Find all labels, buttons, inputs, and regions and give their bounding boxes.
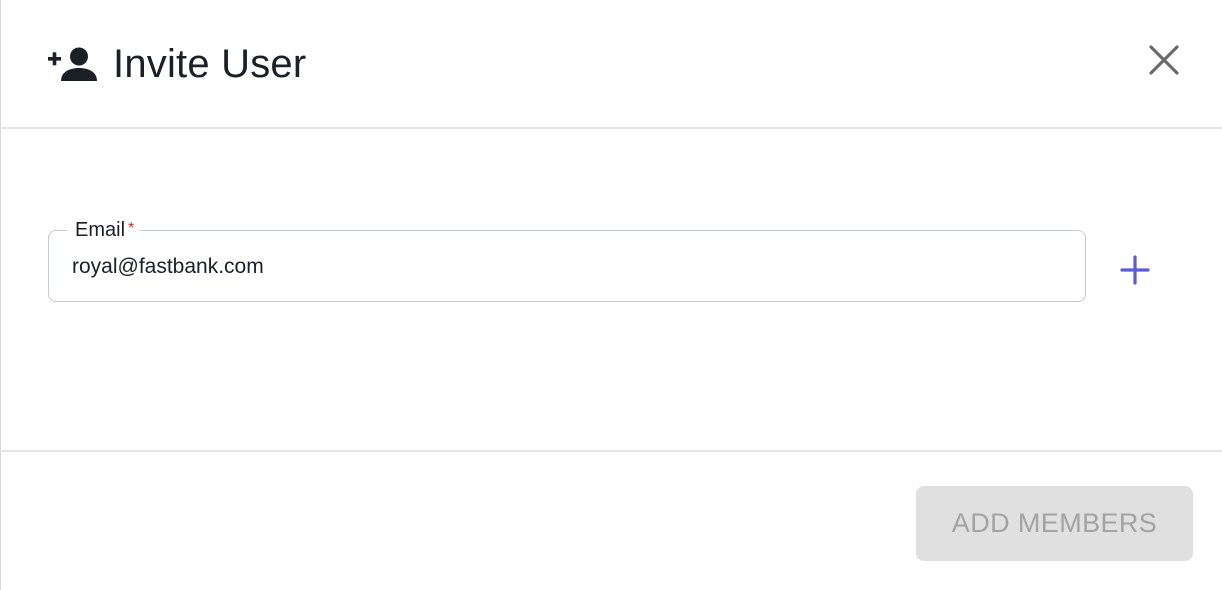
email-label: Email * xyxy=(67,217,141,242)
dialog-header: Invite User xyxy=(0,0,1222,129)
plus-icon xyxy=(1120,255,1150,285)
email-label-text: Email xyxy=(75,219,126,241)
add-members-button[interactable]: ADD MEMBERS xyxy=(916,486,1193,561)
close-icon xyxy=(1149,45,1179,75)
person-add-icon xyxy=(48,47,97,81)
add-email-button[interactable] xyxy=(1115,250,1155,290)
dialog-footer: ADD MEMBERS xyxy=(0,450,1222,590)
email-input-value[interactable]: royal@fastbank.com xyxy=(72,253,264,281)
dialog-title: Invite User xyxy=(113,42,307,86)
dialog-body: Email * royal@fastbank.com xyxy=(0,129,1222,450)
email-field[interactable]: Email * royal@fastbank.com xyxy=(48,217,1086,302)
required-mark: * xyxy=(128,220,135,237)
invite-user-dialog: Invite User Email * royal@fastbank.com AD… xyxy=(0,0,1222,590)
close-button[interactable] xyxy=(1146,42,1182,78)
